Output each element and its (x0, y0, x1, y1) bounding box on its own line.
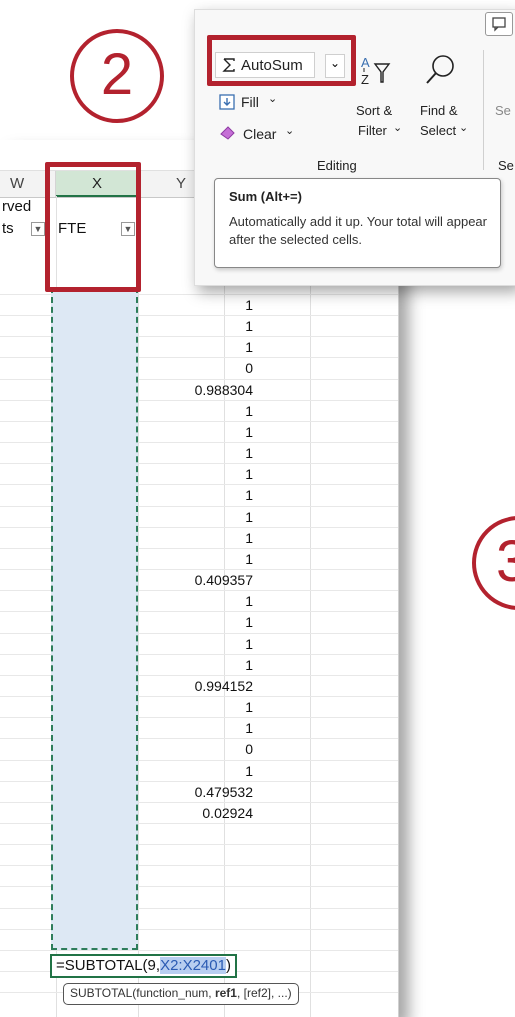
sort-filter-label-2: Filter (358, 123, 387, 138)
formula-suffix: ) (225, 957, 231, 974)
cell-x-value[interactable]: 0 (245, 358, 253, 379)
cell-x-value[interactable]: 0.02924 (202, 803, 253, 824)
fill-down-icon (219, 94, 235, 110)
function-syntax-tooltip: SUBTOTAL(function_num, ref1, [ref2], ...… (63, 983, 299, 1005)
fn-tooltip-bold-arg: ref1 (214, 986, 237, 1000)
find-select-label-1: Find & (420, 103, 458, 118)
fill-button[interactable]: Fill (241, 94, 259, 110)
partial-command-label: Se (495, 103, 511, 118)
highlight-column-x (45, 162, 141, 292)
step-3-badge-clip: 3 (470, 514, 515, 614)
cell-x-value[interactable]: 1 (245, 422, 253, 443)
cell-x-value[interactable]: 1 (245, 464, 253, 485)
formula-range-ref: X2:X2401 (160, 957, 226, 974)
find-select-label-2: Select (420, 123, 457, 138)
gridline (310, 196, 311, 1017)
filter-dropdown-icon[interactable]: ▼ (31, 222, 45, 236)
cell-x-value[interactable]: 0.988304 (195, 380, 253, 401)
sort-filter-icon[interactable]: A Z (359, 54, 397, 90)
cell-x-value[interactable]: 0.479532 (195, 782, 253, 803)
header-cell-w-text-2: ts (2, 220, 14, 237)
cell-x-value[interactable]: 1 (245, 485, 253, 506)
cell-x-value[interactable]: 0 (245, 739, 253, 760)
cell-x-value[interactable]: 1 (245, 634, 253, 655)
group-separator (483, 50, 484, 170)
cell-x-value[interactable]: 0.994152 (195, 676, 253, 697)
cell-x-value[interactable]: 1 (245, 591, 253, 612)
cell-x-value[interactable]: 1 (245, 761, 253, 782)
clear-button[interactable]: Clear (243, 126, 276, 142)
chevron-down-icon: ⌄ (459, 122, 469, 134)
gridline (138, 196, 139, 1017)
step-3-badge: 3 (472, 516, 515, 610)
fn-tooltip-open: SUBTOTAL(function_num, (70, 986, 215, 1000)
gridline (224, 196, 225, 1017)
cell-x-value[interactable]: 1 (245, 528, 253, 549)
fn-tooltip-rest: , [ref2], ...) (236, 986, 292, 1000)
cell-x-value[interactable]: 1 (245, 718, 253, 739)
cell-x-value[interactable]: 1 (245, 443, 253, 464)
header-cell-w-text: rved (2, 198, 32, 215)
step-2-badge: 2 (70, 29, 164, 123)
selected-range-x[interactable] (51, 287, 138, 950)
chevron-down-icon: ⌄ (268, 93, 278, 105)
chevron-down-icon: ⌄ (285, 125, 295, 137)
cell-x-value[interactable]: 1 (245, 337, 253, 358)
cell-x-value[interactable]: 1 (245, 655, 253, 676)
highlight-autosum (207, 35, 356, 86)
magnifier-icon[interactable] (423, 52, 459, 88)
editing-group-label: Editing (317, 158, 357, 173)
cell-x-value[interactable]: 1 (245, 549, 253, 570)
chevron-down-icon: ⌄ (393, 122, 403, 134)
cell-x-value[interactable]: 1 (245, 507, 253, 528)
formula-prefix: =SUBTOTAL(9, (56, 957, 161, 974)
tooltip-description: Automatically add it up. Your total will… (229, 214, 487, 247)
svg-text:A: A (361, 55, 370, 70)
cell-x-value[interactable]: 0.409357 (195, 570, 253, 591)
comment-icon[interactable] (485, 12, 513, 36)
svg-text:Z: Z (361, 72, 369, 87)
sort-filter-label-1: Sort & (356, 103, 393, 118)
cell-x-value[interactable]: 1 (245, 401, 253, 422)
formula-edit-cell[interactable]: =SUBTOTAL(9,X2:X2401) (50, 954, 237, 978)
autosum-tooltip: Sum (Alt+=) Automatically add it up. You… (214, 178, 501, 268)
cell-x-value[interactable]: 1 (245, 316, 253, 337)
cell-x-value[interactable]: 1 (245, 612, 253, 633)
tooltip-title: Sum (Alt+=) (229, 189, 302, 204)
row-gridline (0, 949, 398, 951)
eraser-icon (220, 126, 235, 140)
partial-group-label: Se (498, 158, 514, 173)
cell-x-value[interactable]: 1 (245, 697, 253, 718)
cell-x-value[interactable]: 1 (245, 295, 253, 316)
